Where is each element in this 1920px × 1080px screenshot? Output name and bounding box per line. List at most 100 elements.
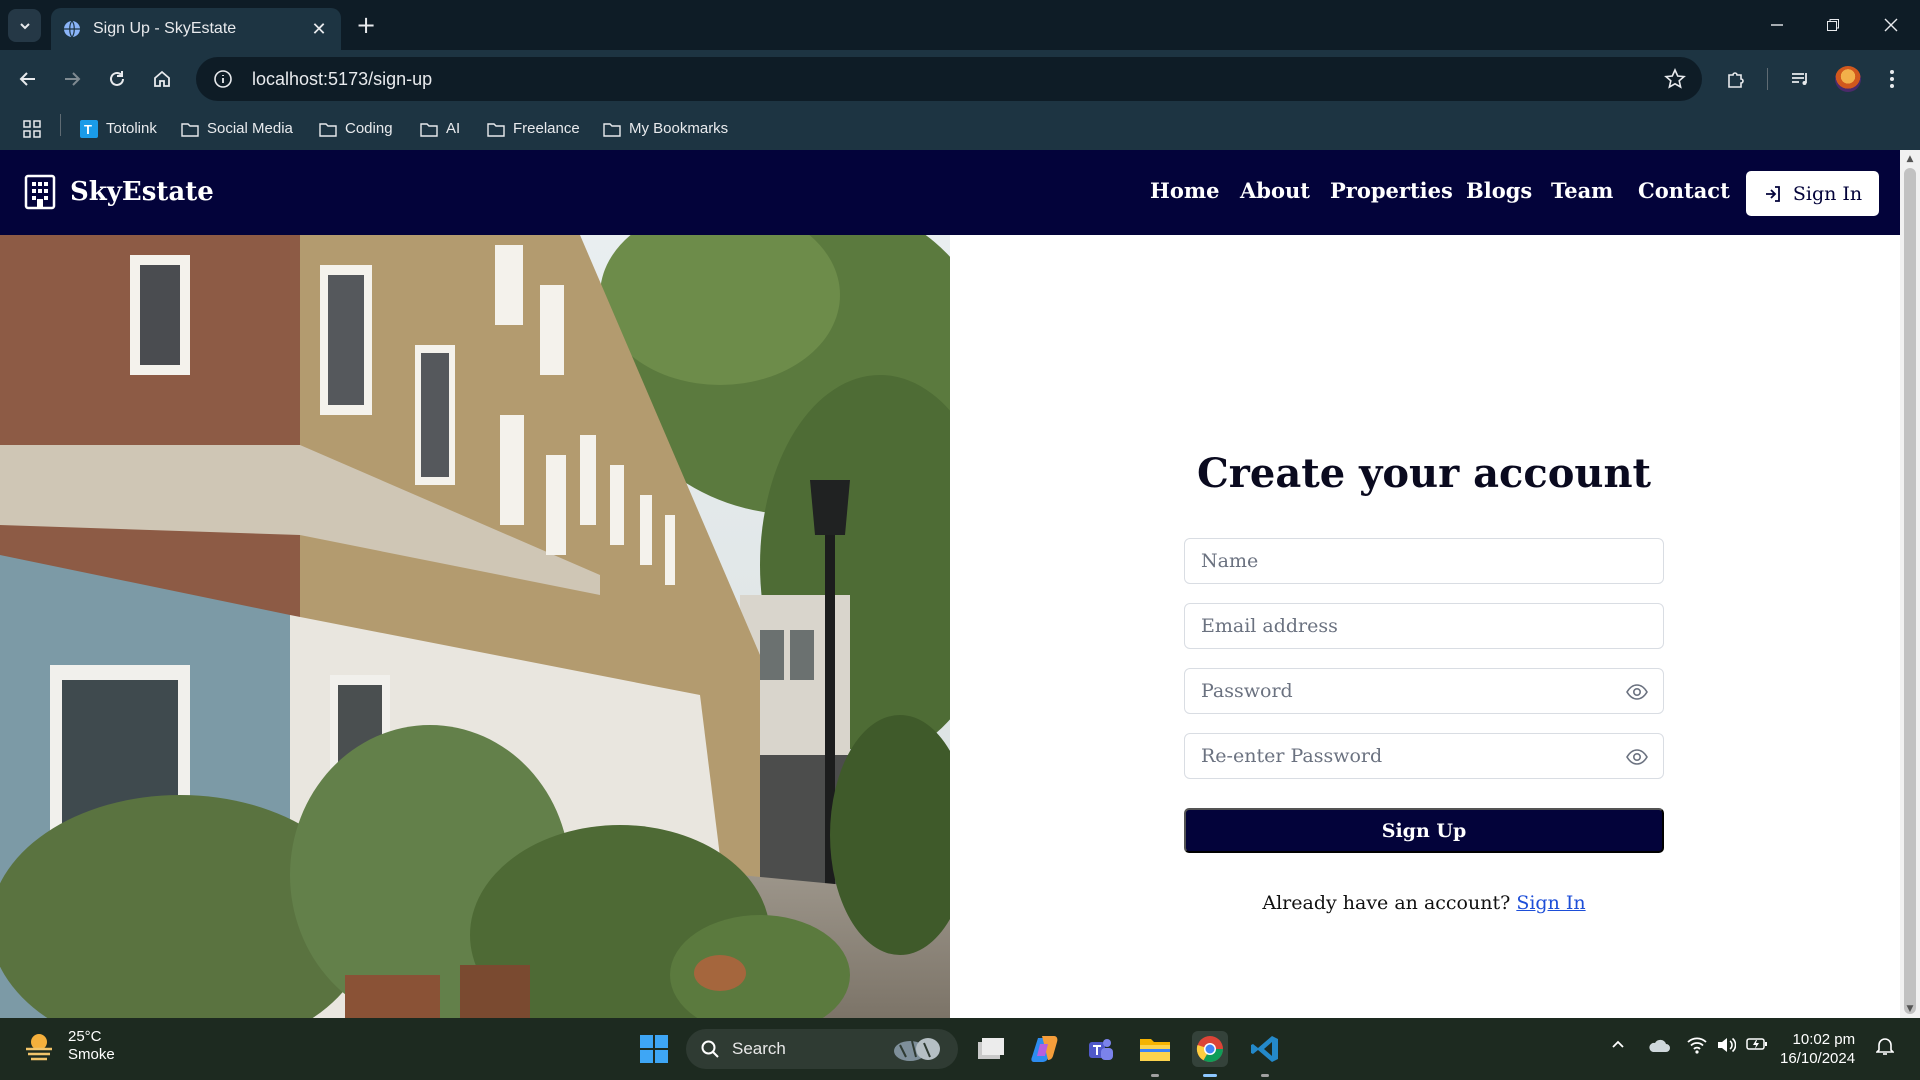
windows-logo-icon xyxy=(640,1035,668,1063)
extensions-button[interactable] xyxy=(1720,63,1752,95)
globe-icon xyxy=(64,20,80,38)
weather-haze-icon xyxy=(26,1034,52,1061)
nav-home[interactable]: Home xyxy=(1150,178,1219,203)
chrome-active-indicator xyxy=(1203,1074,1217,1077)
reload-icon xyxy=(110,71,124,86)
name-field[interactable] xyxy=(1184,538,1664,584)
copilot-button[interactable] xyxy=(1027,1031,1063,1067)
bookmark-folder-freelance[interactable]: Freelance xyxy=(487,120,580,137)
weather-widget[interactable]: 25°C Smoke xyxy=(22,1028,115,1064)
nav-team[interactable]: Team xyxy=(1551,178,1613,203)
reload-button[interactable] xyxy=(101,63,133,95)
tab-title: Sign Up - SkyEstate xyxy=(93,20,237,37)
taskbar-search[interactable]: Search xyxy=(686,1029,958,1069)
password-input[interactable] xyxy=(1185,669,1663,713)
browser-tab-active[interactable]: Sign Up - SkyEstate ✕ xyxy=(51,8,341,50)
wifi-icon xyxy=(1687,1037,1707,1054)
toolbar-divider xyxy=(1767,68,1768,90)
start-button[interactable] xyxy=(636,1031,672,1067)
close-window-button[interactable] xyxy=(1876,13,1906,37)
media-control-button[interactable] xyxy=(1784,63,1816,95)
reenter-password-input[interactable] xyxy=(1185,734,1663,778)
login-icon xyxy=(1765,185,1780,202)
show-hidden-icons-button[interactable] xyxy=(1610,1036,1626,1056)
taskbar-search-label: Search xyxy=(732,1039,786,1058)
site-info-icon[interactable] xyxy=(212,68,234,90)
notifications-button[interactable] xyxy=(1875,1036,1895,1060)
bookmarks-bar: T Totolink Social Media Coding AI Freela… xyxy=(0,108,1920,150)
nav-contact[interactable]: Contact xyxy=(1638,178,1730,203)
new-tab-button[interactable]: + xyxy=(353,12,379,38)
scroll-down-arrow-icon[interactable]: ▼ xyxy=(1905,1004,1915,1014)
bookmark-label: Coding xyxy=(345,120,393,137)
tab-close-icon[interactable]: ✕ xyxy=(309,19,329,40)
bookmark-folder-social-media[interactable]: Social Media xyxy=(181,120,293,137)
close-icon xyxy=(1884,18,1898,32)
email-field[interactable] xyxy=(1184,603,1664,649)
page-scrollbar[interactable]: ▲ ▼ xyxy=(1900,150,1920,1018)
address-bar[interactable]: localhost:5173/sign-up xyxy=(196,57,1702,101)
chrome-button[interactable] xyxy=(1192,1031,1228,1067)
folder-icon xyxy=(1140,1039,1170,1061)
bookmark-label: Freelance xyxy=(513,120,580,137)
scrollbar-thumb[interactable] xyxy=(1904,168,1916,1014)
url-text: localhost:5173/sign-up xyxy=(252,68,433,89)
browser-menu-button[interactable] xyxy=(1876,63,1908,95)
scroll-up-arrow-icon[interactable]: ▲ xyxy=(1905,154,1915,164)
reenter-password-field[interactable] xyxy=(1184,733,1664,779)
puzzle-icon xyxy=(1728,72,1744,88)
bookmark-folder-my-bookmarks[interactable]: My Bookmarks xyxy=(603,120,728,137)
form-title: Create your account xyxy=(1196,450,1652,497)
brand-name: SkyEstate xyxy=(70,177,214,207)
nav-about[interactable]: About xyxy=(1240,178,1310,203)
onedrive-tray-button[interactable] xyxy=(1647,1036,1671,1058)
password-field[interactable] xyxy=(1184,668,1664,714)
speaker-icon xyxy=(1718,1037,1737,1053)
apps-grid-icon[interactable] xyxy=(22,119,42,139)
bookmark-totolink[interactable]: T Totolink xyxy=(80,119,157,138)
email-input[interactable] xyxy=(1185,604,1663,648)
forward-button[interactable] xyxy=(56,63,88,95)
eye-icon[interactable] xyxy=(1625,746,1649,768)
web-page: SkyEstate Home About Properties Blogs Te… xyxy=(0,150,1900,1018)
nav-properties[interactable]: Properties xyxy=(1330,178,1453,203)
tab-search-button[interactable] xyxy=(8,9,41,42)
nav-blogs[interactable]: Blogs xyxy=(1466,178,1532,203)
profile-avatar[interactable] xyxy=(1835,66,1861,92)
folder-icon xyxy=(487,121,505,137)
bookmark-folder-coding[interactable]: Coding xyxy=(319,120,393,137)
volume-tray-button[interactable] xyxy=(1716,1036,1737,1058)
copilot-icon xyxy=(1031,1036,1058,1062)
arrow-right-icon xyxy=(65,72,81,86)
taskbar-clock[interactable]: 10:02 pm 16/10/2024 xyxy=(1780,1030,1855,1068)
chevron-down-icon xyxy=(19,22,30,29)
eye-icon[interactable] xyxy=(1625,681,1649,703)
vscode-button[interactable] xyxy=(1247,1031,1283,1067)
folder-icon xyxy=(603,121,621,137)
hero-image xyxy=(0,235,950,1018)
nav-signin-button[interactable]: Sign In xyxy=(1746,171,1879,216)
wifi-tray-button[interactable] xyxy=(1687,1036,1707,1058)
task-view-icon xyxy=(978,1038,1004,1059)
task-view-button[interactable] xyxy=(973,1031,1009,1067)
file-explorer-button[interactable] xyxy=(1137,1031,1173,1067)
folder-icon xyxy=(181,121,199,137)
name-input[interactable] xyxy=(1185,539,1663,583)
minimize-button[interactable] xyxy=(1762,13,1792,37)
svg-text:T: T xyxy=(84,122,92,137)
teams-button[interactable] xyxy=(1082,1031,1118,1067)
brand[interactable]: SkyEstate xyxy=(24,174,214,210)
weather-condition: Smoke xyxy=(68,1046,115,1063)
restore-button[interactable] xyxy=(1818,13,1848,37)
folder-icon xyxy=(319,121,337,137)
bookmark-folder-ai[interactable]: AI xyxy=(420,120,460,137)
bookmark-star-icon[interactable] xyxy=(1664,68,1686,90)
explorer-running-indicator xyxy=(1151,1074,1159,1077)
battery-tray-button[interactable] xyxy=(1746,1036,1768,1056)
vscode-icon xyxy=(1251,1036,1278,1062)
home-button[interactable] xyxy=(146,63,178,95)
building-logo-icon xyxy=(24,174,56,210)
back-button[interactable] xyxy=(12,63,44,95)
signin-link[interactable]: Sign In xyxy=(1516,892,1585,914)
sign-up-button[interactable]: Sign Up xyxy=(1184,808,1664,853)
